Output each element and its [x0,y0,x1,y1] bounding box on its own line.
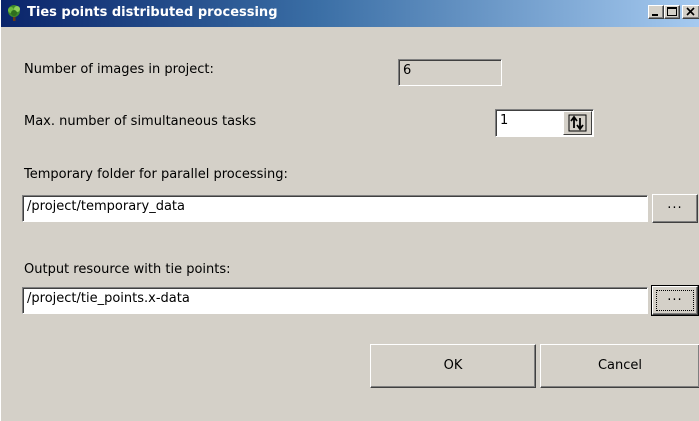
temp-folder-browse-label: ... [667,197,683,212]
minimize-icon [652,14,658,16]
output-resource-label: Output resource with tie points: [24,262,231,277]
spin-arrows-icon [568,114,587,132]
close-icon [686,7,695,16]
maximize-icon [667,7,677,16]
images-count-label: Number of images in project: [24,62,214,77]
output-resource-browse-button[interactable]: ... [651,285,699,316]
output-resource-browse-label: ... [667,289,683,304]
dialog-window: Ties points distributed processing Numbe… [0,0,699,421]
minimize-button[interactable] [648,5,664,19]
close-button[interactable] [682,5,699,19]
cancel-button[interactable]: Cancel [540,344,699,388]
temp-folder-browse-button[interactable]: ... [652,194,698,223]
tree-app-icon [5,4,23,22]
images-count-field: 6 [398,59,502,86]
ok-button-label: OK [443,358,463,373]
output-resource-input[interactable]: /project/tie_points.x-data [22,287,648,314]
temp-folder-label: Temporary folder for parallel processing… [24,167,288,182]
window-title: Ties points distributed processing [27,5,278,20]
cancel-button-label: Cancel [597,358,643,373]
spin-button[interactable] [563,111,592,135]
title-bar[interactable]: Ties points distributed processing [1,0,699,27]
maximize-button[interactable] [664,5,680,19]
max-tasks-label: Max. number of simultaneous tasks [24,114,257,129]
temp-folder-input[interactable]: /project/temporary_data [22,195,648,222]
max-tasks-value: 1 [500,113,509,128]
ok-button[interactable]: OK [370,344,536,388]
